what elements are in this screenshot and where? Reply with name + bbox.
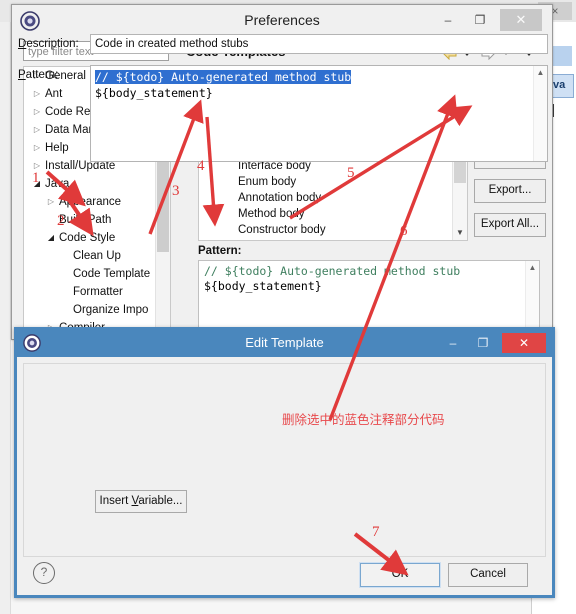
pattern-comment-line: // ${todo} Auto-generated method stub bbox=[204, 264, 461, 278]
chevron-right-icon[interactable]: ▷ bbox=[30, 103, 44, 121]
scroll-up-icon[interactable]: ▲ bbox=[534, 66, 547, 79]
sidebar-item-label: Build Path bbox=[59, 214, 112, 226]
sidebar-item-label: Ant bbox=[45, 88, 63, 100]
template-item-label: Enum body bbox=[238, 176, 297, 188]
pattern-preview-text: // ${todo} Auto-generated method stub ${… bbox=[204, 264, 460, 294]
description-label: Description: bbox=[18, 38, 79, 50]
sidebar-item-organize-impo[interactable]: Organize Impo bbox=[24, 301, 170, 319]
annotation-number-3: 3 bbox=[172, 183, 180, 199]
annotation-number-2: 2 bbox=[57, 213, 65, 229]
template-item-label: Annotation body bbox=[238, 192, 322, 204]
sidebar-item-label: Code Template bbox=[73, 268, 151, 280]
pattern-body-line: ${body_statement} bbox=[204, 279, 322, 293]
annotation-note: 删除选中的蓝色注释部分代码 bbox=[282, 412, 445, 427]
pattern-preview: // ${todo} Auto-generated method stub ${… bbox=[198, 260, 540, 336]
cancel-button[interactable]: Cancel bbox=[448, 563, 528, 587]
pattern-label-rest: attern: bbox=[25, 69, 59, 81]
pattern-body-line: ${body_statement} bbox=[95, 86, 213, 100]
chevron-down-icon[interactable]: ◢ bbox=[44, 229, 58, 247]
edit-template-panel bbox=[23, 363, 546, 557]
chevron-right-icon[interactable]: ▷ bbox=[30, 85, 44, 103]
minimize-button[interactable]: – bbox=[434, 9, 462, 31]
template-item-annotation-body[interactable]: Annotation body bbox=[199, 190, 467, 206]
description-label-rest: escription: bbox=[26, 38, 79, 50]
background-left-edge bbox=[0, 22, 11, 614]
sidebar-item-label: Clean Up bbox=[73, 250, 121, 262]
annotation-number-4: 4 bbox=[197, 158, 205, 174]
close-button[interactable]: ✕ bbox=[502, 333, 546, 353]
pattern-label: Pattern: bbox=[198, 245, 242, 257]
sidebar-item-label: Java bbox=[45, 178, 70, 190]
chevron-right-icon[interactable]: ▷ bbox=[30, 121, 44, 139]
export-all-button[interactable]: Export All... bbox=[474, 213, 546, 237]
annotation-number-1: 1 bbox=[32, 170, 40, 186]
chevron-right-icon[interactable]: ▷ bbox=[30, 139, 44, 157]
help-icon[interactable]: ? bbox=[33, 562, 55, 584]
sidebar-item-label: Help bbox=[45, 142, 69, 154]
scroll-up-icon[interactable]: ▲ bbox=[526, 261, 539, 274]
export-button[interactable]: Export... bbox=[474, 179, 546, 203]
sidebar-item-java[interactable]: ◢ Java bbox=[24, 175, 170, 193]
pattern-scrollbar[interactable]: ▲ bbox=[525, 261, 539, 335]
sidebar-item-build-path[interactable]: Build Path bbox=[24, 211, 170, 229]
edit-template-titlebar: Edit Template – ❐ ✕ bbox=[17, 330, 552, 357]
chevron-right-icon[interactable]: ▷ bbox=[44, 193, 58, 211]
template-item-label: Constructor body bbox=[238, 224, 326, 236]
screen-root: × Java Preferences – ❐ ✕ type filter tex… bbox=[0, 0, 576, 614]
edit-template-body bbox=[17, 357, 552, 595]
ok-button[interactable]: OK bbox=[359, 562, 441, 588]
sidebar-item-label: Organize Impo bbox=[73, 304, 149, 316]
selected-comment-line: // ${todo} Auto-generated method stub bbox=[95, 70, 352, 84]
pattern-editor[interactable]: // ${todo} Auto-generated method stub ${… bbox=[90, 65, 548, 162]
annotation-number-6: 6 bbox=[400, 223, 408, 239]
preferences-dialog: Preferences – ❐ ✕ type filter text ▷ Gene… bbox=[11, 4, 553, 340]
insert-variable-button[interactable]: Insert Variable... bbox=[95, 490, 187, 513]
sidebar-item-code-style[interactable]: ◢ Code Style bbox=[24, 229, 170, 247]
sidebar-item-appearance[interactable]: ▷ Appearance bbox=[24, 193, 170, 211]
template-item-constructor-body[interactable]: Constructor body bbox=[199, 222, 467, 238]
annotation-number-7: 7 bbox=[372, 524, 380, 540]
edit-template-dialog: Edit Template – ❐ ✕ bbox=[14, 327, 555, 598]
annotation-number-5: 5 bbox=[347, 165, 355, 181]
maximize-button[interactable]: ❐ bbox=[470, 333, 496, 353]
sidebar-item-label: Formatter bbox=[73, 286, 123, 298]
maximize-button[interactable]: ❐ bbox=[466, 9, 494, 31]
minimize-button[interactable]: – bbox=[440, 333, 466, 353]
sidebar-item-label: Appearance bbox=[59, 196, 122, 208]
sidebar-item-code-template[interactable]: Code Template bbox=[24, 265, 170, 283]
scroll-down-icon[interactable]: ▼ bbox=[453, 226, 467, 240]
close-button[interactable]: ✕ bbox=[500, 9, 542, 31]
template-item-method-body[interactable]: Method body bbox=[199, 206, 467, 222]
pattern-label: Pattern: bbox=[18, 69, 59, 81]
description-field[interactable]: Code in created method stubs bbox=[90, 34, 548, 54]
sidebar-item-clean-up[interactable]: Clean Up bbox=[24, 247, 170, 265]
pattern-editor-text: // ${todo} Auto-generated method stub ${… bbox=[95, 69, 352, 101]
template-item-enum-body[interactable]: Enum body bbox=[199, 174, 467, 190]
template-item-label: Method body bbox=[238, 208, 305, 220]
sidebar-item-label: Code Style bbox=[59, 232, 116, 244]
pattern-editor-scrollbar[interactable]: ▲ bbox=[533, 66, 547, 161]
sidebar-item-formatter[interactable]: Formatter bbox=[24, 283, 170, 301]
preferences-titlebar: Preferences – ❐ ✕ bbox=[12, 5, 552, 37]
